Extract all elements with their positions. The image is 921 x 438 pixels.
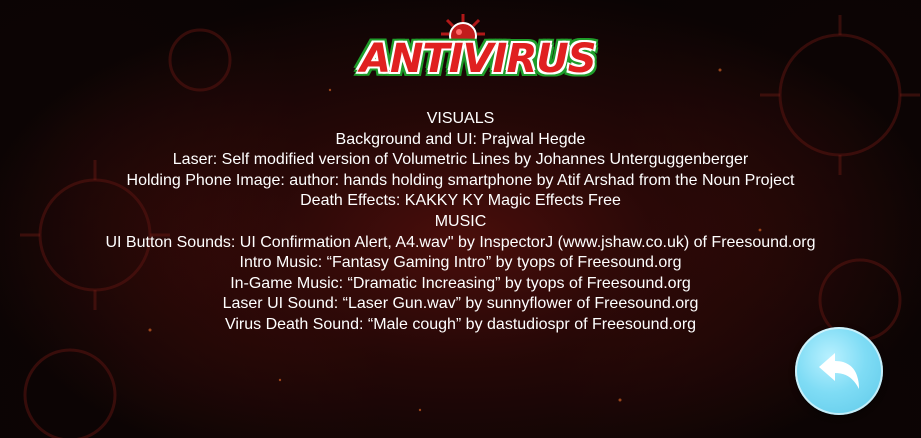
credit-line: UI Button Sounds: UI Confirmation Alert,… [105,233,816,251]
credit-line: Holding Phone Image: author: hands holdi… [126,171,795,189]
credit-line: Intro Music: “Fantasy Gaming Intro” by t… [239,254,682,272]
back-arrow-icon [819,353,859,389]
credit-line: Background and UI: Prajwal Hegde [335,130,586,148]
credit-line: In-Game Music: “Dramatic Increasing” by … [230,274,691,292]
credit-line: Virus Death Sound: “Male cough” by dastu… [224,315,697,333]
credits-list: VISUALS Background and UI: Prajwal Hegde… [0,109,921,336]
back-button[interactable] [795,327,883,415]
credits-screen: ANTIVIRUS VISUALS Background and UI: Pra… [0,0,921,438]
credit-line: Laser: Self modified version of Volumetr… [172,151,749,169]
game-logo: ANTIVIRUS [360,10,597,88]
logo-title: ANTIVIRUS [360,36,597,82]
credit-line: Death Effects: KAKKY KY Magic Effects Fr… [300,192,621,210]
credits-heading-music: MUSIC [434,212,487,230]
credits-heading-visuals: VISUALS [426,110,495,127]
credit-line: Laser UI Sound: “Laser Gun.wav” by sunny… [222,295,699,313]
